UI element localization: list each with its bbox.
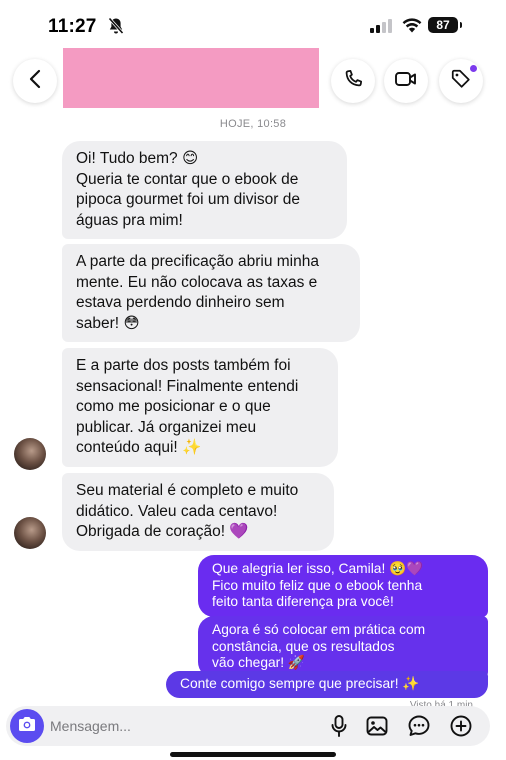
image-icon bbox=[366, 716, 388, 736]
conversation-date: HOJE, 10:58 bbox=[219, 118, 287, 130]
plus-icon bbox=[450, 715, 472, 737]
message-line: Que alegria ler isso, Camila! 🥹💜 bbox=[212, 561, 424, 576]
message-line: mente. Eu não colocava as taxas e bbox=[76, 273, 318, 291]
camera-icon bbox=[17, 715, 37, 738]
redacted-contact-name bbox=[63, 48, 319, 108]
sent-message[interactable]: Que alegria ler isso, Camila! 🥹💜 Fico mu… bbox=[198, 555, 488, 617]
message-line: conteúdo aqui! ✨ bbox=[76, 439, 202, 456]
tag-icon bbox=[450, 68, 472, 95]
message-input[interactable] bbox=[50, 706, 310, 746]
sticker-icon bbox=[408, 715, 430, 736]
call-button[interactable] bbox=[331, 59, 375, 103]
sent-message[interactable]: Agora é só colocar em prática com constâ… bbox=[198, 616, 488, 678]
message-line: vão chegar! 🚀 bbox=[212, 655, 306, 670]
contact-avatar[interactable] bbox=[14, 517, 46, 549]
video-camera-icon bbox=[394, 69, 418, 94]
gallery-button[interactable] bbox=[366, 715, 388, 737]
message-line: Fico muito feliz que o ebook tenha bbox=[212, 577, 423, 593]
home-indicator bbox=[170, 752, 336, 757]
message-line: pipoca gourmet foi um divisor de bbox=[76, 191, 301, 208]
message-line: Agora é só colocar em prática com bbox=[212, 622, 426, 637]
message-line: como me posicionar e o que bbox=[76, 398, 271, 415]
bell-off-icon bbox=[108, 17, 124, 35]
contact-avatar[interactable] bbox=[14, 438, 46, 470]
label-button[interactable] bbox=[439, 59, 483, 103]
microphone-icon bbox=[331, 715, 347, 737]
message-line: feito tanta diferença pra você! bbox=[212, 594, 394, 609]
message-line: Seu material é completo e muito bbox=[76, 482, 299, 499]
video-call-button[interactable] bbox=[384, 59, 428, 103]
phone-icon bbox=[342, 68, 364, 95]
message-line: Queria te contar que o ebook de bbox=[76, 170, 299, 188]
status-bar: 11:27 87 bbox=[0, 0, 506, 50]
message-line: águas pra mim! bbox=[76, 211, 183, 229]
camera-button[interactable] bbox=[10, 709, 44, 743]
message-line: Oi! Tudo bem? 😊 bbox=[76, 150, 199, 167]
add-button[interactable] bbox=[450, 715, 472, 737]
battery-indicator: 87 bbox=[428, 17, 462, 33]
message-line: sensacional! Finalmente entendi bbox=[76, 377, 299, 395]
message-line: constância, que os resultados bbox=[212, 638, 395, 654]
received-message[interactable]: E a parte dos posts também foi sensacion… bbox=[62, 348, 338, 467]
sticker-button[interactable] bbox=[408, 715, 430, 737]
chevron-left-icon bbox=[28, 69, 42, 94]
message-line: didático. Valeu cada centavo! bbox=[76, 502, 278, 520]
status-time: 11:27 bbox=[48, 16, 97, 37]
received-message[interactable]: Seu material é completo e muito didático… bbox=[62, 473, 334, 551]
message-line: publicar. Já organizei meu bbox=[76, 418, 257, 436]
received-message[interactable]: Oi! Tudo bem? 😊 Queria te contar que o e… bbox=[62, 141, 347, 239]
message-composer bbox=[6, 706, 490, 746]
message-line: Obrigada de coração! 💜 bbox=[76, 523, 249, 540]
received-message[interactable]: A parte da precificação abriu minha ment… bbox=[62, 244, 360, 342]
message-line: saber! 😳 bbox=[76, 314, 140, 332]
message-line: Conte comigo sempre que precisar! ✨ bbox=[180, 676, 420, 691]
message-line: A parte da precificação abriu minha bbox=[76, 253, 319, 270]
back-button[interactable] bbox=[13, 59, 57, 103]
message-line: estava perdendo dinheiro sem bbox=[76, 294, 285, 311]
cellular-signal-icon bbox=[370, 19, 394, 33]
wifi-icon bbox=[402, 17, 422, 33]
microphone-button[interactable] bbox=[328, 715, 350, 737]
message-line: E a parte dos posts também foi bbox=[76, 357, 291, 374]
notification-dot bbox=[470, 65, 477, 72]
sent-message[interactable]: Conte comigo sempre que precisar! ✨ bbox=[166, 671, 488, 698]
